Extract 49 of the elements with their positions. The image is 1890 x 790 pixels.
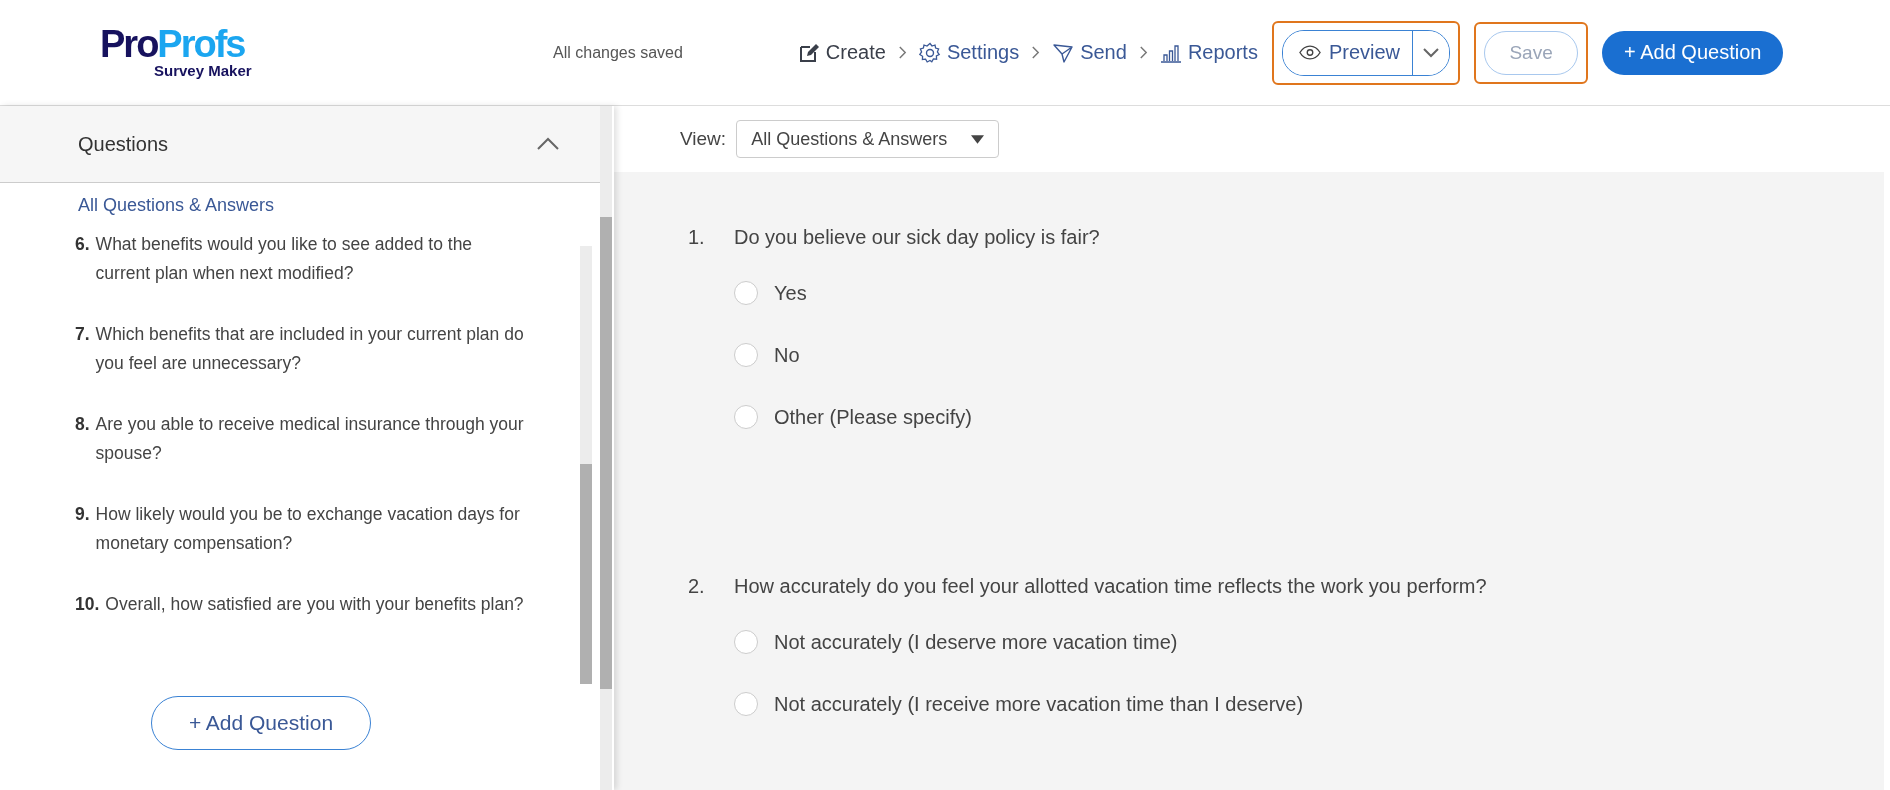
scrollbar-thumb[interactable] xyxy=(580,464,592,684)
option-label: Other (Please specify) xyxy=(774,405,972,429)
caret-icon xyxy=(1423,47,1440,58)
view-dropdown[interactable]: All Questions & Answers xyxy=(736,120,1000,158)
radio-button[interactable] xyxy=(734,630,758,654)
eye-icon xyxy=(1298,45,1321,60)
question-number: 2. xyxy=(688,575,706,598)
save-status: All changes saved xyxy=(553,43,683,62)
question-number: 6. xyxy=(75,233,90,256)
option-label: Not accurately (I deserve more vacation time) xyxy=(774,630,1178,654)
logo: ProProfs Survey Maker xyxy=(100,26,253,79)
chevron-right-icon xyxy=(1031,46,1041,59)
question-number: 7. xyxy=(75,323,90,346)
scrollbar-thumb[interactable] xyxy=(600,217,612,689)
preview-button[interactable]: Preview xyxy=(1282,30,1414,75)
radio-button[interactable] xyxy=(734,405,758,429)
question-text: Do you believe our sick day policy is fair? xyxy=(734,226,1100,249)
chevron-right-icon xyxy=(1138,46,1148,59)
option-label: Yes xyxy=(774,281,807,305)
question-link[interactable]: How likely would you be to exchange vacation days for monetary compensation? xyxy=(95,500,530,558)
question-number: 10. xyxy=(75,593,100,616)
question-link[interactable]: What benefits would you like to see added to the current plan when next modified? xyxy=(95,230,530,288)
send-icon xyxy=(1052,41,1075,64)
chevron-up-icon[interactable] xyxy=(536,137,560,151)
step-link[interactable]: Settings xyxy=(918,41,1020,64)
radio-button[interactable] xyxy=(734,343,758,367)
question-link[interactable]: Overall, how satisfied are you with your benefits plan? xyxy=(105,590,524,619)
radio-button[interactable] xyxy=(734,281,758,305)
radio-button[interactable] xyxy=(734,692,758,716)
edit-icon xyxy=(797,41,820,64)
question-number: 8. xyxy=(75,413,90,436)
question-number: 1. xyxy=(688,226,706,249)
gear-icon xyxy=(918,41,941,64)
option-label: No xyxy=(774,343,800,367)
option-label: Not accurately (I receive more vacation time than I deserve) xyxy=(774,692,1304,716)
chevron-right-icon xyxy=(897,46,907,59)
question-number: 9. xyxy=(75,503,90,526)
step-link[interactable]: Send xyxy=(1052,41,1127,64)
add-question-button[interactable]: + Add Question xyxy=(151,696,371,750)
step-link[interactable]: Create xyxy=(797,41,886,64)
view-label: View: xyxy=(680,128,727,150)
question-text: How accurately do you feel your allotted vacation time reflects the work you perform? xyxy=(734,575,1487,598)
panel-title: Questions xyxy=(78,132,169,156)
step-link[interactable]: Reports xyxy=(1159,41,1258,64)
dropdown-arrow-icon xyxy=(971,134,985,144)
add-question-button[interactable]: + Add Question xyxy=(1602,30,1784,75)
question-link[interactable]: Which benefits that are included in your current plan do you feel are unnecessary? xyxy=(95,320,530,378)
filter-link[interactable]: All Questions & Answers xyxy=(78,195,275,216)
question-link[interactable]: Are you able to receive medical insurance through your spouse? xyxy=(95,410,530,468)
